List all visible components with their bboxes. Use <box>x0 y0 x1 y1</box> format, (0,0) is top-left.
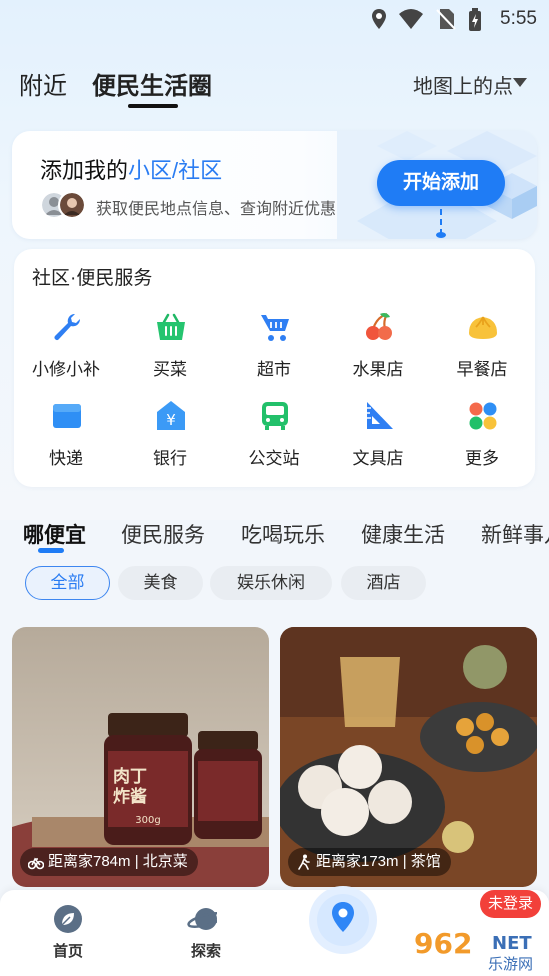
tab-news[interactable]: 新鲜事儿 <box>481 519 549 549</box>
watermark-net: NET <box>492 933 532 954</box>
service-more[interactable]: 更多 <box>437 400 527 470</box>
cart-icon <box>261 315 289 341</box>
tab-life-circle[interactable]: 便民生活圈 <box>92 66 212 101</box>
service-stationery[interactable]: 文具店 <box>333 400 423 470</box>
services-title: 社区·便民服务 <box>32 268 153 289</box>
nav-explore-label: 探索 <box>190 943 221 960</box>
chip-hotel[interactable]: 酒店 <box>341 566 426 600</box>
tab-nearby[interactable]: 附近 <box>19 66 67 101</box>
service-label: 公交站 <box>248 449 300 468</box>
package-icon <box>53 404 81 428</box>
avatar-group <box>40 191 90 219</box>
cherry-icon <box>366 312 392 340</box>
not-logged-in-badge[interactable]: 未登录 <box>480 890 542 918</box>
jar-label-2: 炸酱 <box>113 786 147 807</box>
service-label: 银行 <box>153 449 187 468</box>
service-groceries[interactable]: 买菜 <box>125 311 215 381</box>
service-bank[interactable]: ¥ 银行 <box>125 400 215 470</box>
bank-icon: ¥ <box>157 401 185 430</box>
walk-icon <box>298 854 310 870</box>
tab-food-fun[interactable]: 吃喝玩乐 <box>241 519 325 549</box>
top-nav: 附近 便民生活圈 地图上的点 <box>0 60 549 110</box>
location-icon <box>372 9 386 29</box>
service-label: 小修小补 <box>32 360 100 379</box>
status-bar: 5:55 <box>0 0 549 40</box>
center-location-button[interactable] <box>309 886 377 954</box>
category-tab-indicator <box>38 548 64 553</box>
planet-icon <box>187 908 217 930</box>
service-express[interactable]: 快递 <box>21 400 111 470</box>
map-points-dropdown[interactable]: 地图上的点 <box>413 70 513 99</box>
chip-food[interactable]: 美食 <box>118 566 203 600</box>
wifi-icon <box>399 9 423 29</box>
location-pin-icon <box>332 902 354 932</box>
service-label: 快递 <box>49 449 83 468</box>
service-fruit-shop[interactable]: 水果店 <box>333 311 423 381</box>
bike-icon <box>28 857 44 870</box>
service-label: 水果店 <box>352 360 404 379</box>
pin-dot <box>436 232 446 238</box>
avatar <box>58 191 86 219</box>
wrench-icon <box>54 313 81 340</box>
nav-explore[interactable]: 探索 <box>166 904 246 966</box>
service-label: 更多 <box>465 449 499 468</box>
no-sim-icon <box>436 9 456 30</box>
distance-text: 距离家784m <box>48 853 131 870</box>
service-repair[interactable]: 小修小补 <box>21 311 111 381</box>
service-label: 超市 <box>257 360 291 379</box>
nav-home-label: 首页 <box>52 943 83 960</box>
distance-tag: 距离家784m | 北京菜 <box>20 848 198 876</box>
service-label: 买菜 <box>153 360 187 379</box>
watermark-number: 962 <box>414 927 472 960</box>
caret-down-icon[interactable] <box>513 78 527 87</box>
bus-icon <box>262 402 288 430</box>
jar-label-1: 肉丁 <box>113 766 147 787</box>
chip-all[interactable]: 全部 <box>25 566 110 600</box>
ruler-icon <box>367 402 393 429</box>
category-tabs: 哪便宜 便民服务 吃喝玩乐 健康生活 新鲜事儿 <box>0 516 549 556</box>
tab-health[interactable]: 健康生活 <box>361 519 445 549</box>
watermark-site: 乐游网 <box>488 955 533 973</box>
add-card-title: 添加我的小区/社区 <box>40 153 222 185</box>
tab-cheap[interactable]: 哪便宜 <box>23 519 86 549</box>
title-prefix: 添加我的 <box>40 158 129 183</box>
service-supermarket[interactable]: 超市 <box>229 311 319 381</box>
leaf-icon <box>54 905 82 933</box>
chip-entertainment[interactable]: 娱乐休闲 <box>210 566 332 600</box>
distance-tag: 距离家173m | 茶馆 <box>288 848 451 876</box>
service-label: 文具店 <box>352 449 404 468</box>
jar-weight: 300g <box>135 815 160 826</box>
basket-icon <box>157 313 185 340</box>
category-text: 茶馆 <box>410 853 441 870</box>
tab-underline <box>128 104 178 108</box>
community-services-card: 社区·便民服务 小修小补 买菜 超市 水果店 早餐店 快递 ¥ 银行 公交站 文… <box>14 249 535 487</box>
feed-card[interactable]: 距离家173m | 茶馆 <box>280 627 537 887</box>
status-time: 5:55 <box>500 8 537 29</box>
category-text: 北京菜 <box>142 853 188 870</box>
nav-home[interactable]: 首页 <box>28 904 108 966</box>
service-breakfast[interactable]: 早餐店 <box>437 311 527 381</box>
title-highlight: 小区/社区 <box>128 158 223 183</box>
service-bus-stop[interactable]: 公交站 <box>229 400 319 470</box>
add-community-card[interactable]: 添加我的小区/社区 获取便民地点信息、查询附近优惠 开始添加 <box>12 131 537 239</box>
more-grid-icon <box>469 402 497 430</box>
bun-icon <box>469 316 497 339</box>
service-label: 早餐店 <box>456 360 508 379</box>
add-card-subtitle: 获取便民地点信息、查询附近优惠 <box>96 201 337 218</box>
tab-services[interactable]: 便民服务 <box>121 519 205 549</box>
site-watermark: 962 NET 乐游网 <box>414 927 533 973</box>
start-add-button[interactable]: 开始添加 <box>377 160 505 206</box>
svg-text:¥: ¥ <box>166 411 176 429</box>
feed-card[interactable]: 肉丁 炸酱 300g 距离家784m | 北京菜 <box>12 627 269 887</box>
battery-icon <box>469 8 481 31</box>
distance-text: 距离家173m <box>316 853 399 870</box>
